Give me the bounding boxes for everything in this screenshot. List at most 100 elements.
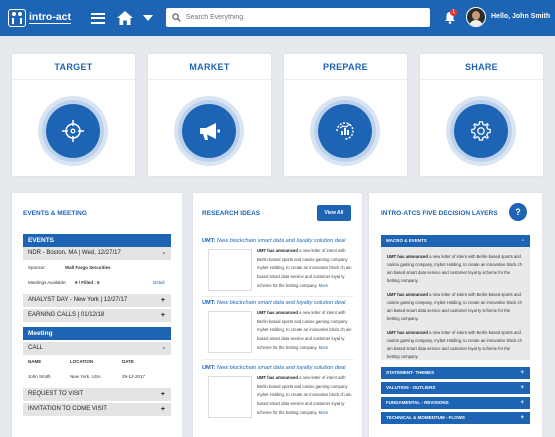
market-card[interactable]: MARKET: [148, 54, 271, 176]
notification-badge: 1: [450, 9, 457, 16]
analyst-day-row[interactable]: ANALYST DAY - New York | 12/27/17 +: [23, 294, 171, 307]
menu-icon[interactable]: [91, 12, 105, 24]
target-card[interactable]: TARGET: [12, 54, 135, 176]
accordion-label: VALUTION - OUTLIERS: [386, 385, 436, 390]
paragraph-lead: UMT has announced: [387, 254, 428, 259]
expand-toggle[interactable]: +: [520, 382, 524, 394]
panel-title: RESEARCH IDEAS: [202, 210, 261, 217]
more-link[interactable]: More: [319, 410, 329, 415]
research-item[interactable]: UMT: New blockchain smart data and loyal…: [202, 365, 354, 418]
invitation-visit-row[interactable]: INVITATION TO COME VISIT +: [23, 403, 171, 416]
technical-momentum-header[interactable]: TECHNICAL & MOMENTUM - FLOWS +: [381, 412, 530, 424]
invitation-visit-label: INVITATION TO COME VISIT: [28, 406, 107, 412]
expand-toggle[interactable]: +: [161, 309, 165, 322]
research-item[interactable]: UMT: New blockchain smart data and loyal…: [202, 238, 354, 291]
accordion-label: MACRO & EVENTS: [386, 238, 427, 243]
user-greeting[interactable]: Hello, John Smith: [491, 13, 550, 20]
table-cell: New York, USA: [70, 374, 101, 379]
target-button[interactable]: [46, 104, 100, 158]
events-header: EVENTS: [23, 234, 171, 247]
research-item-title[interactable]: UMT: New blockchain smart data and loyal…: [202, 300, 354, 306]
meeting-header: Meeting: [23, 327, 171, 340]
research-item-title[interactable]: UMT: New blockchain smart data and loyal…: [202, 238, 354, 244]
share-button[interactable]: [454, 104, 508, 158]
accordion-label: STATEMENT- THEMES: [386, 370, 435, 375]
accordion-label: TECHNICAL & MOMENTUM - FLOWS: [386, 415, 465, 420]
avatar[interactable]: [466, 7, 486, 27]
market-button[interactable]: [182, 104, 236, 158]
fundamental-revisions-header[interactable]: FUNDAMENTAL - REVISIONS +: [381, 397, 530, 409]
column-header-name: NAME: [28, 359, 42, 364]
expand-toggle[interactable]: +: [161, 294, 165, 307]
macro-events-header[interactable]: MACRO & EVENTS -: [381, 235, 530, 247]
share-card[interactable]: SHARE: [420, 54, 543, 176]
valuation-outliers-header[interactable]: VALUTION - OUTLIERS +: [381, 382, 530, 394]
accordion-label: FUNDAMENTAL - REVISIONS: [386, 400, 449, 405]
prepare-button[interactable]: [318, 104, 372, 158]
research-item[interactable]: UMT: New blockchain smart data and loyal…: [202, 300, 354, 353]
logo[interactable]: intro-act: [8, 9, 71, 27]
card-icon-ring: [38, 96, 108, 166]
expand-toggle[interactable]: +: [520, 367, 524, 379]
research-item-prefix: UMT:: [202, 365, 216, 371]
research-thumbnail: [208, 249, 252, 291]
sponsor-label: Sponsor:: [28, 265, 47, 270]
meetings-value: 9 / Filled : 6: [75, 280, 100, 285]
research-ideas-panel: RESEARCH IDEAS View All UMT: New blockch…: [193, 193, 362, 437]
ndr-sponsor-info: Sponsor: Wall Fargo Securities: [23, 260, 171, 276]
collapse-toggle[interactable]: -: [163, 342, 165, 355]
analyst-day-label: ANALYST DAY - New York | 12/27/17: [28, 297, 128, 303]
logo-text: intro-act: [29, 11, 71, 24]
earning-calls-row[interactable]: EARNING CALLS | 01/12/18 +: [23, 309, 171, 322]
prepare-card[interactable]: PREPARE: [284, 54, 407, 176]
research-item-text: UMT has announced a new letter of intent…: [257, 247, 354, 291]
request-visit-label: REQUEST TO VISIT: [28, 391, 84, 397]
research-item-headline: New blockchain smart data and loyalty so…: [216, 300, 346, 306]
collapse-toggle[interactable]: -: [522, 235, 524, 247]
chevron-down-icon[interactable]: [143, 15, 153, 21]
research-item-headline: New blockchain smart data and loyalty so…: [216, 238, 346, 244]
table-row[interactable]: John Smith New York, USA 29-12-2017: [23, 369, 171, 385]
top-nav-bar: intro-act 1 Hello, John Smith: [0, 0, 555, 36]
research-item-lead: UMT has announced: [257, 375, 298, 380]
expand-toggle[interactable]: +: [161, 403, 165, 416]
call-label: CALL: [28, 345, 44, 351]
request-visit-row[interactable]: REQUEST TO VISIT +: [23, 388, 171, 401]
search-bar[interactable]: [166, 8, 430, 27]
layers-list: STATEMENT- THEMES + VALUTION - OUTLIERS …: [381, 367, 530, 424]
research-item-prefix: UMT:: [202, 238, 216, 244]
home-icon[interactable]: [117, 11, 133, 25]
macro-events-accordion: MACRO & EVENTS - UMT has announced a new…: [381, 235, 530, 360]
research-item-headline: New blockchain smart data and loyalty so…: [216, 365, 346, 371]
collapse-toggle[interactable]: -: [163, 247, 165, 260]
statement-themes-header[interactable]: STATEMENT- THEMES +: [381, 367, 530, 379]
expand-toggle[interactable]: +: [161, 388, 165, 401]
expand-toggle[interactable]: +: [520, 397, 524, 409]
panel-title: INTRO-ATCS FIVE DECISION LAYERS: [381, 210, 498, 217]
research-item-title[interactable]: UMT: New blockchain smart data and loyal…: [202, 365, 354, 371]
research-item-lead: UMT has announced: [257, 248, 298, 253]
search-input[interactable]: [186, 14, 416, 21]
research-thumbnail: [208, 376, 252, 418]
research-thumbnail: [208, 311, 252, 353]
meeting-table-header: NAME LOCATION DATE: [23, 355, 171, 369]
earning-calls-label: EARNING CALLS | 01/12/18: [28, 312, 105, 318]
card-title: TARGET: [12, 54, 135, 80]
research-item-text: UMT has announced a new letter of intent…: [257, 374, 354, 418]
crosshair-icon: [62, 120, 84, 142]
more-link[interactable]: More: [319, 345, 329, 350]
paragraph-lead: UMT has announced: [387, 292, 428, 297]
view-all-button[interactable]: View All: [317, 205, 351, 221]
ndr-event-label: NDR - Boston, MA | Wed, 12/27/17: [28, 250, 121, 256]
logo-icon: [8, 9, 26, 27]
research-item-prefix: UMT:: [202, 300, 216, 306]
research-item-lead: UMT has announced: [257, 310, 298, 315]
help-button[interactable]: ?: [509, 203, 527, 221]
call-row[interactable]: CALL -: [23, 342, 171, 355]
detail-link[interactable]: Detail: [153, 280, 165, 285]
more-link[interactable]: More: [319, 283, 329, 288]
expand-toggle[interactable]: +: [520, 412, 524, 424]
column-header-location: LOCATION: [70, 359, 94, 364]
macro-paragraph: UMT has announced a new letter of intent…: [387, 329, 522, 361]
ndr-event-row[interactable]: NDR - Boston, MA | Wed, 12/27/17 -: [23, 247, 171, 260]
